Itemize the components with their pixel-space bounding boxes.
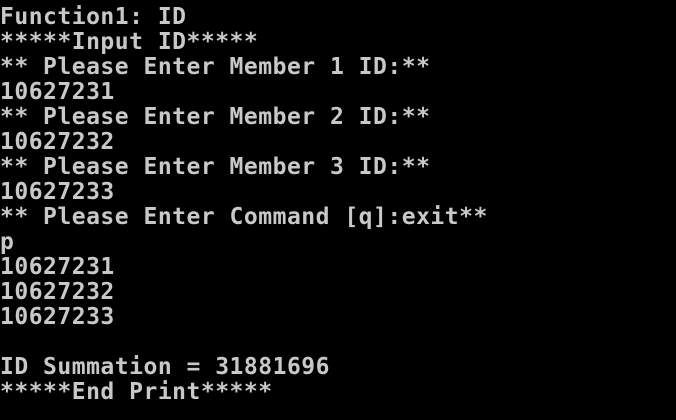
command-prompt: ** Please Enter Command [q]:exit** xyxy=(0,204,488,230)
output-id-2: 10627232 xyxy=(0,279,115,305)
member-2-prompt: ** Please Enter Member 2 ID:** xyxy=(0,104,431,130)
console-window[interactable]: Function1: ID *****Input ID***** ** Plea… xyxy=(0,0,676,420)
command-input: p xyxy=(0,229,15,255)
member-1-input: 10627231 xyxy=(0,79,115,105)
summation-line: ID Summation = 31881696 xyxy=(0,354,330,380)
input-header-line: *****Input ID***** xyxy=(0,29,259,55)
member-2-input: 10627232 xyxy=(0,129,115,155)
console-output: Function1: ID *****Input ID***** ** Plea… xyxy=(0,5,488,405)
output-id-3: 10627233 xyxy=(0,304,115,330)
member-3-input: 10627233 xyxy=(0,179,115,205)
output-id-1: 10627231 xyxy=(0,254,115,280)
end-print-line: *****End Print***** xyxy=(0,379,273,405)
member-3-prompt: ** Please Enter Member 3 ID:** xyxy=(0,154,431,180)
program-title-line: Function1: ID xyxy=(0,4,187,30)
member-1-prompt: ** Please Enter Member 1 ID:** xyxy=(0,54,431,80)
